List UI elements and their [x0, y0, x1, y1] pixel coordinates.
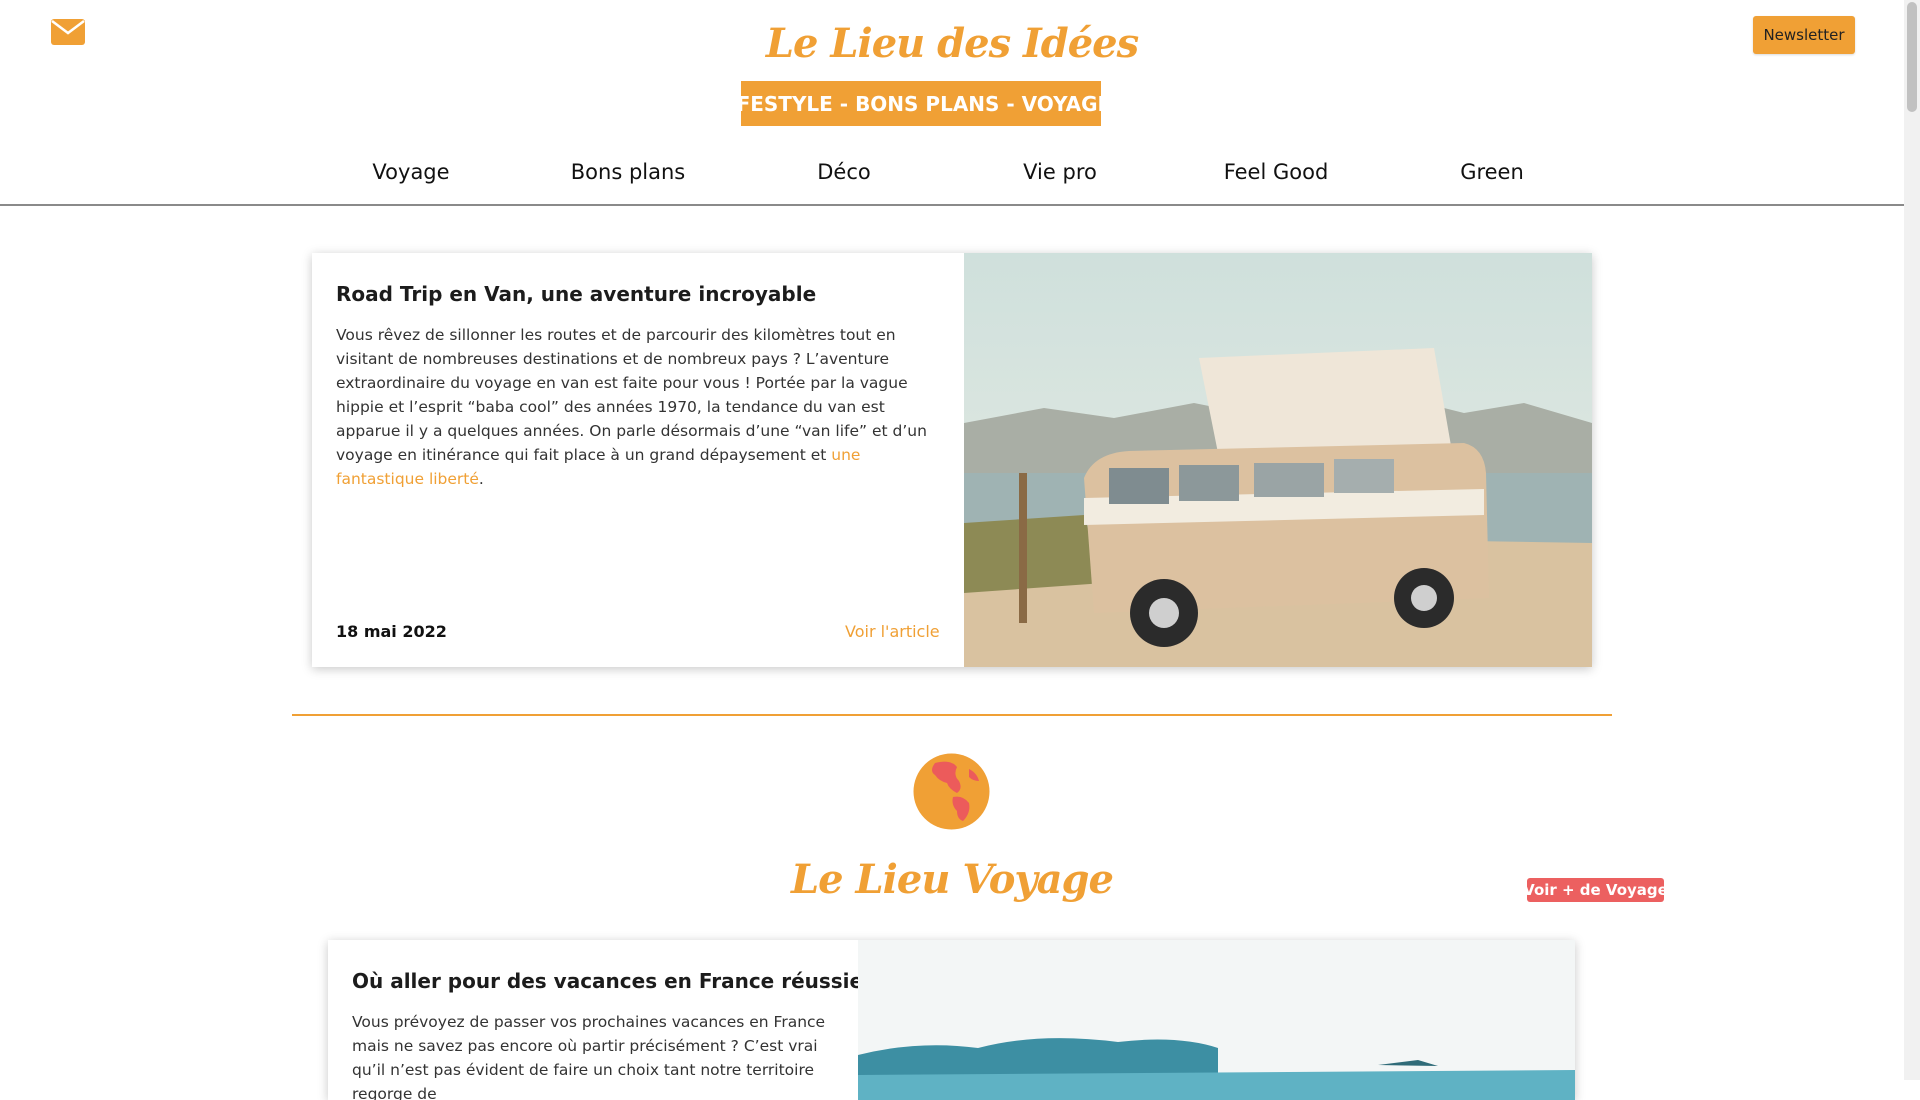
voyage-article-card[interactable]: Où aller pour des vacances en France réu… — [328, 940, 1575, 1100]
voyage-article-text: Où aller pour des vacances en France réu… — [352, 940, 894, 1100]
featured-article-excerpt: Vous rêvez de sillonner les routes et de… — [336, 323, 946, 491]
nav-item-bons-plans[interactable]: Bons plans — [571, 160, 685, 184]
newsletter-button[interactable]: Newsletter — [1753, 16, 1855, 54]
more-voyage-button[interactable]: Voir + de Voyage — [1523, 878, 1668, 902]
nav-item-deco[interactable]: Déco — [817, 160, 870, 184]
scrollbar-thumb[interactable] — [1907, 2, 1917, 112]
coast-photo[interactable] — [858, 940, 1575, 1100]
section-divider — [292, 714, 1612, 716]
featured-article-text: Road Trip en Van, une aventure incroyabl… — [336, 253, 946, 491]
nav-item-feel-good[interactable]: Feel Good — [1224, 160, 1329, 184]
nav-item-voyage[interactable]: Voyage — [372, 160, 449, 184]
nav-item-green[interactable]: Green — [1460, 160, 1524, 184]
site-title[interactable]: Le Lieu des Idées — [0, 20, 1904, 67]
excerpt-end: . — [478, 470, 484, 488]
globe-icon — [913, 753, 990, 830]
page-scrollbar[interactable] — [1904, 0, 1920, 1080]
van-photo[interactable] — [964, 253, 1592, 667]
voyage-article-excerpt: Vous prévoyez de passer vos prochaines v… — [352, 1013, 826, 1100]
featured-article-title[interactable]: Road Trip en Van, une aventure incroyabl… — [336, 282, 946, 306]
excerpt-text: Vous rêvez de sillonner les routes et de… — [336, 326, 927, 464]
site-tagline: LIFESTYLE - BONS PLANS - VOYAGES — [716, 81, 1126, 126]
featured-article-date: 18 mai 2022 — [336, 622, 447, 641]
nav-item-vie-pro[interactable]: Vie pro — [1023, 160, 1097, 184]
read-article-link[interactable]: Voir l'article — [845, 622, 940, 641]
main-nav: Voyage Bons plans Déco Vie pro Feel Good… — [0, 150, 1904, 206]
featured-article-card[interactable]: Road Trip en Van, une aventure incroyabl… — [312, 253, 1592, 667]
voyage-article-title[interactable]: Où aller pour des vacances en France réu… — [352, 969, 894, 993]
